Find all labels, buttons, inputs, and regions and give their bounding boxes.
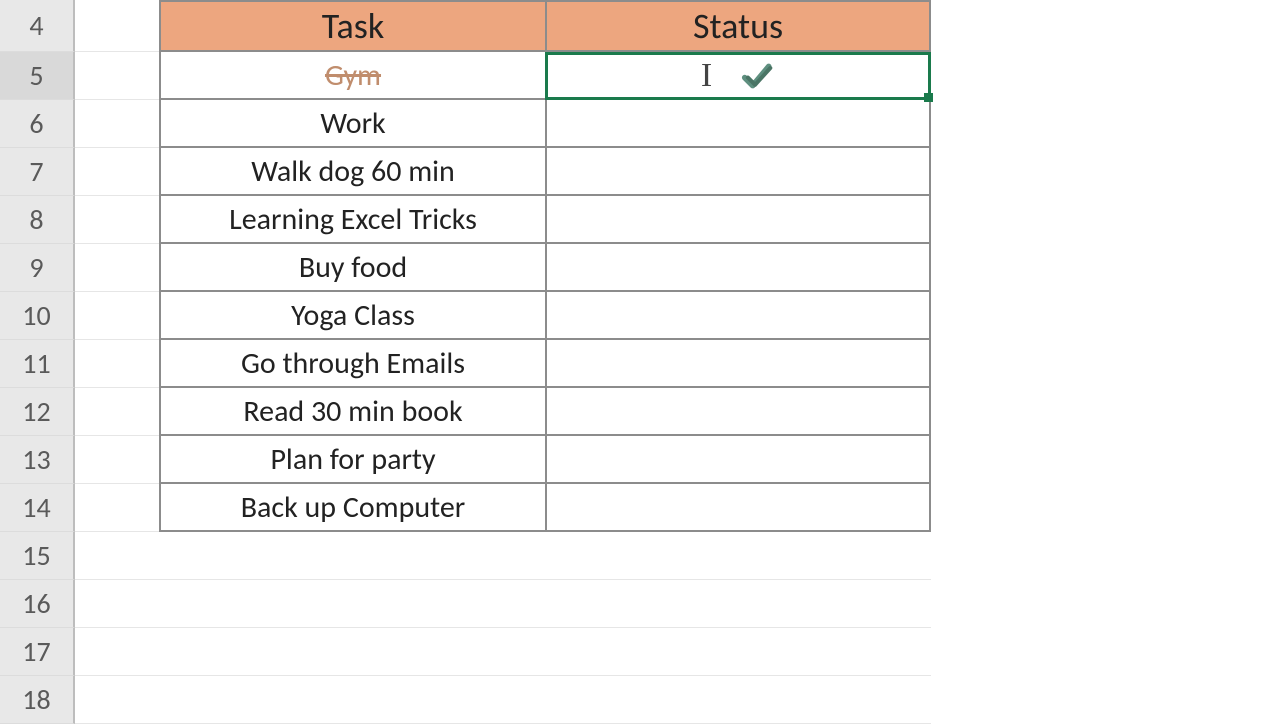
row-header-13[interactable]: 13 bbox=[0, 436, 75, 484]
row-header-15[interactable]: 15 bbox=[0, 532, 75, 580]
status-cell[interactable] bbox=[545, 100, 931, 148]
empty-cell[interactable] bbox=[75, 628, 159, 676]
empty-cell[interactable] bbox=[75, 292, 159, 340]
row-header-12[interactable]: 12 bbox=[0, 388, 75, 436]
row-header-9[interactable]: 9 bbox=[0, 244, 75, 292]
row-header-11[interactable]: 11 bbox=[0, 340, 75, 388]
table-row: Yoga Class bbox=[75, 292, 931, 340]
table-row: Walk dog 60 min bbox=[75, 148, 931, 196]
status-cell[interactable] bbox=[545, 196, 931, 244]
empty-cell[interactable] bbox=[159, 580, 545, 628]
empty-cell[interactable] bbox=[75, 0, 159, 52]
header-status[interactable]: Status bbox=[545, 0, 931, 52]
task-cell[interactable]: Yoga Class bbox=[159, 292, 545, 340]
status-cell[interactable] bbox=[545, 388, 931, 436]
task-cell-gym[interactable]: Gym bbox=[159, 52, 545, 100]
row-header-5[interactable]: 5 bbox=[0, 52, 75, 100]
task-cell[interactable]: Learning Excel Tricks bbox=[159, 196, 545, 244]
empty-cell[interactable] bbox=[75, 436, 159, 484]
task-cell[interactable]: Buy food bbox=[159, 244, 545, 292]
task-cell[interactable]: Back up Computer bbox=[159, 484, 545, 532]
empty-cell[interactable] bbox=[545, 532, 931, 580]
row-header-7[interactable]: 7 bbox=[0, 148, 75, 196]
empty-cell[interactable] bbox=[75, 532, 159, 580]
table-row: Gym I bbox=[75, 52, 931, 100]
table-row bbox=[75, 676, 931, 724]
table-row: Go through Emails bbox=[75, 340, 931, 388]
empty-cell[interactable] bbox=[545, 628, 931, 676]
empty-cell[interactable] bbox=[75, 196, 159, 244]
status-cell-gym[interactable]: I bbox=[545, 52, 931, 100]
table-row bbox=[75, 628, 931, 676]
empty-cell[interactable] bbox=[75, 676, 159, 724]
spreadsheet-grid[interactable]: Task Status Gym I Work bbox=[75, 0, 931, 724]
header-task[interactable]: Task bbox=[159, 0, 545, 52]
status-cell[interactable] bbox=[545, 436, 931, 484]
empty-cell[interactable] bbox=[75, 580, 159, 628]
status-cell[interactable] bbox=[545, 292, 931, 340]
status-cell[interactable] bbox=[545, 484, 931, 532]
row-header-16[interactable]: 16 bbox=[0, 580, 75, 628]
table-row: Work bbox=[75, 100, 931, 148]
table-row bbox=[75, 580, 931, 628]
status-cell[interactable] bbox=[545, 340, 931, 388]
task-cell[interactable]: Walk dog 60 min bbox=[159, 148, 545, 196]
task-cell[interactable]: Read 30 min book bbox=[159, 388, 545, 436]
table-row: Back up Computer bbox=[75, 484, 931, 532]
empty-cell[interactable] bbox=[75, 340, 159, 388]
empty-cell[interactable] bbox=[545, 580, 931, 628]
fill-handle[interactable] bbox=[924, 93, 933, 102]
row-header-18[interactable]: 18 bbox=[0, 676, 75, 724]
row-header-8[interactable]: 8 bbox=[0, 196, 75, 244]
task-cell[interactable]: Plan for party bbox=[159, 436, 545, 484]
table-row bbox=[75, 532, 931, 580]
empty-cell[interactable] bbox=[75, 484, 159, 532]
row-header-4[interactable]: 4 bbox=[0, 0, 75, 52]
table-row: Plan for party bbox=[75, 436, 931, 484]
empty-cell[interactable] bbox=[75, 52, 159, 100]
row-header-17[interactable]: 17 bbox=[0, 628, 75, 676]
row-header-column: 4 5 6 7 8 9 10 11 12 13 14 15 16 17 18 bbox=[0, 0, 75, 724]
empty-cell[interactable] bbox=[159, 628, 545, 676]
row-header-10[interactable]: 10 bbox=[0, 292, 75, 340]
table-header-row: Task Status bbox=[75, 0, 931, 52]
row-header-6[interactable]: 6 bbox=[0, 100, 75, 148]
empty-cell[interactable] bbox=[159, 532, 545, 580]
empty-cell[interactable] bbox=[159, 676, 545, 724]
table-row: Buy food bbox=[75, 244, 931, 292]
row-header-14[interactable]: 14 bbox=[0, 484, 75, 532]
text-cursor-icon: I bbox=[701, 57, 712, 95]
checkmark-icon bbox=[740, 60, 775, 92]
empty-cell[interactable] bbox=[75, 148, 159, 196]
table-row: Read 30 min book bbox=[75, 388, 931, 436]
empty-cell[interactable] bbox=[75, 100, 159, 148]
table-row: Learning Excel Tricks bbox=[75, 196, 931, 244]
empty-cell[interactable] bbox=[75, 244, 159, 292]
empty-cell[interactable] bbox=[75, 388, 159, 436]
status-cell[interactable] bbox=[545, 244, 931, 292]
task-cell[interactable]: Work bbox=[159, 100, 545, 148]
task-cell[interactable]: Go through Emails bbox=[159, 340, 545, 388]
status-cell[interactable] bbox=[545, 148, 931, 196]
empty-cell[interactable] bbox=[545, 676, 931, 724]
